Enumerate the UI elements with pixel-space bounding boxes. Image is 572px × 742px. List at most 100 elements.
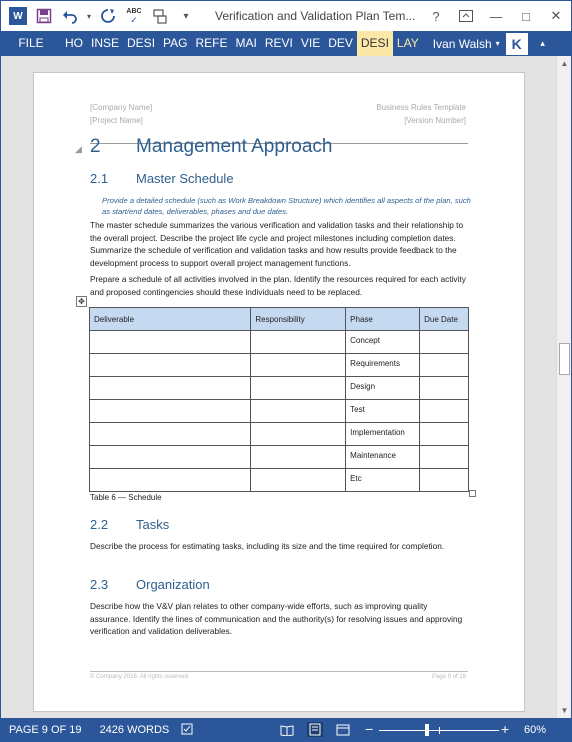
table-resize-handle[interactable] [469, 490, 476, 497]
document-canvas[interactable]: [Company Name] [Project Name] Business R… [1, 56, 556, 718]
zoom-out-button[interactable]: − [365, 721, 373, 737]
word-count[interactable]: 2426 WORDS [100, 724, 170, 736]
maximize-button[interactable]: □ [511, 1, 541, 31]
table-cell-phase[interactable]: Etc [345, 468, 421, 492]
ribbon-tabs: FILE HO INSE DESI PAG REFE MAI REVI VIE … [1, 31, 571, 56]
window-title: Verification and Validation Plan Tem... [215, 9, 415, 23]
tab-review[interactable]: REVI [261, 31, 297, 56]
table-header-cell[interactable]: Due Date [419, 307, 469, 331]
table-cell[interactable] [88, 376, 252, 400]
table-row: Concept [88, 330, 469, 354]
tab-developer[interactable]: DEV [324, 31, 357, 56]
word-window: W ▾ ABC ✓ ▾ Verification and Validation … [0, 0, 572, 742]
customize-qat-icon[interactable]: ▾ [175, 5, 197, 27]
header-company: [Company Name] [90, 103, 153, 112]
save-icon[interactable] [33, 5, 55, 27]
table-cell[interactable] [419, 353, 469, 377]
document-page[interactable]: [Company Name] [Project Name] Business R… [33, 72, 525, 712]
table-cell[interactable] [419, 376, 469, 400]
table-cell[interactable] [250, 445, 347, 469]
table-cell[interactable] [250, 399, 347, 423]
table-header-cell[interactable]: Responsibility [250, 307, 347, 331]
table-cell[interactable] [250, 422, 347, 446]
scrollbar-thumb[interactable] [559, 343, 570, 375]
table-cell[interactable] [250, 330, 347, 354]
table-move-handle-icon[interactable]: ✥ [76, 296, 87, 307]
status-bar: PAGE 9 OF 19 2426 WORDS − + 60% [1, 718, 571, 742]
table-cell[interactable] [419, 330, 469, 354]
web-layout-icon[interactable] [335, 722, 351, 737]
table-cell[interactable] [419, 399, 469, 423]
paragraph-tasks: Describe the process for estimating task… [90, 541, 445, 551]
table-caption: Table 6 — Schedule [90, 493, 162, 502]
table-header-cell[interactable]: Deliverable [88, 307, 252, 331]
table-row: Implementation [88, 422, 469, 446]
spelling-icon[interactable]: ABC ✓ [123, 5, 145, 27]
user-account[interactable]: Ivan Walsh ▾ [433, 37, 500, 51]
close-button[interactable]: ✕ [541, 1, 571, 31]
heading2-2-number: 2.2 [90, 517, 109, 532]
paragraph-organization: Describe how the V&V plan relates to oth… [90, 601, 463, 636]
minimize-button[interactable]: — [481, 1, 511, 31]
table-cell[interactable] [88, 399, 252, 423]
word-logo-icon[interactable]: W [7, 5, 29, 27]
tab-mailings[interactable]: MAI [232, 31, 261, 56]
table-cell[interactable] [88, 422, 252, 446]
scroll-down-icon[interactable]: ▼ [557, 703, 572, 718]
page-indicator[interactable]: PAGE 9 OF 19 [9, 724, 82, 736]
tab-design[interactable]: DESI [123, 31, 159, 56]
schedule-table[interactable]: Deliverable Responsibility Phase Due Dat… [88, 307, 469, 492]
ribbon-collapse-icon[interactable]: ▴ [536, 37, 550, 51]
heading1-number: 2 [90, 136, 101, 157]
quick-access-toolbar: W ▾ ABC ✓ ▾ [1, 1, 201, 31]
heading2-3-number: 2.3 [90, 577, 109, 592]
table-cell[interactable] [88, 353, 252, 377]
tab-references[interactable]: REFE [191, 31, 231, 56]
scroll-up-icon[interactable]: ▲ [557, 56, 572, 71]
zoom-slider-thumb[interactable] [425, 724, 429, 736]
table-cell[interactable] [419, 468, 469, 492]
undo-dropdown-icon[interactable]: ▾ [85, 5, 93, 27]
tab-page-layout[interactable]: PAG [159, 31, 191, 56]
proofing-icon[interactable] [181, 723, 195, 738]
tab-home[interactable]: HO [61, 31, 87, 56]
table-header-cell[interactable]: Phase [345, 307, 421, 331]
table-cell-phase[interactable]: Implementation [345, 422, 421, 446]
help-button[interactable]: ? [421, 1, 451, 31]
table-cell[interactable] [419, 422, 469, 446]
table-cell-phase[interactable]: Concept [345, 330, 421, 354]
table-row: Requirements [88, 353, 469, 377]
avatar[interactable]: K [505, 32, 528, 55]
format-painter-icon[interactable] [149, 5, 171, 27]
table-row: Test [88, 399, 469, 423]
ribbon-display-options-icon[interactable] [451, 1, 481, 31]
table-cell[interactable] [88, 468, 252, 492]
table-cell-phase[interactable]: Test [345, 399, 421, 423]
read-mode-icon[interactable] [279, 722, 295, 737]
table-cell[interactable] [419, 445, 469, 469]
table-cell-phase[interactable]: Requirements [345, 353, 421, 377]
tab-view[interactable]: VIE [297, 31, 324, 56]
vertical-scrollbar[interactable]: ▲ ▼ [556, 56, 571, 718]
table-cell[interactable] [250, 376, 347, 400]
table-cell-phase[interactable]: Maintenance [345, 445, 421, 469]
table-cell[interactable] [250, 468, 347, 492]
undo-icon[interactable] [59, 5, 81, 27]
tab-insert[interactable]: INSE [87, 31, 123, 56]
table-cell[interactable] [88, 330, 252, 354]
title-bar: W ▾ ABC ✓ ▾ Verification and Validation … [1, 1, 571, 31]
tab-table-layout[interactable]: LAY [393, 31, 423, 56]
collapse-heading-icon[interactable]: ◢ [75, 144, 82, 155]
header-template: Business Rules Template [376, 103, 466, 112]
print-layout-icon[interactable] [307, 722, 323, 737]
zoom-level[interactable]: 60% [524, 724, 546, 736]
header-version: [Version Number] [404, 116, 466, 125]
table-cell-phase[interactable]: Design [345, 376, 421, 400]
zoom-in-button[interactable]: + [501, 721, 509, 737]
table-cell[interactable] [88, 445, 252, 469]
tab-file[interactable]: FILE [1, 31, 61, 56]
redo-icon[interactable] [97, 5, 119, 27]
table-cell[interactable] [250, 353, 347, 377]
table-row: Maintenance [88, 445, 469, 469]
tab-table-design[interactable]: DESI [356, 31, 393, 56]
